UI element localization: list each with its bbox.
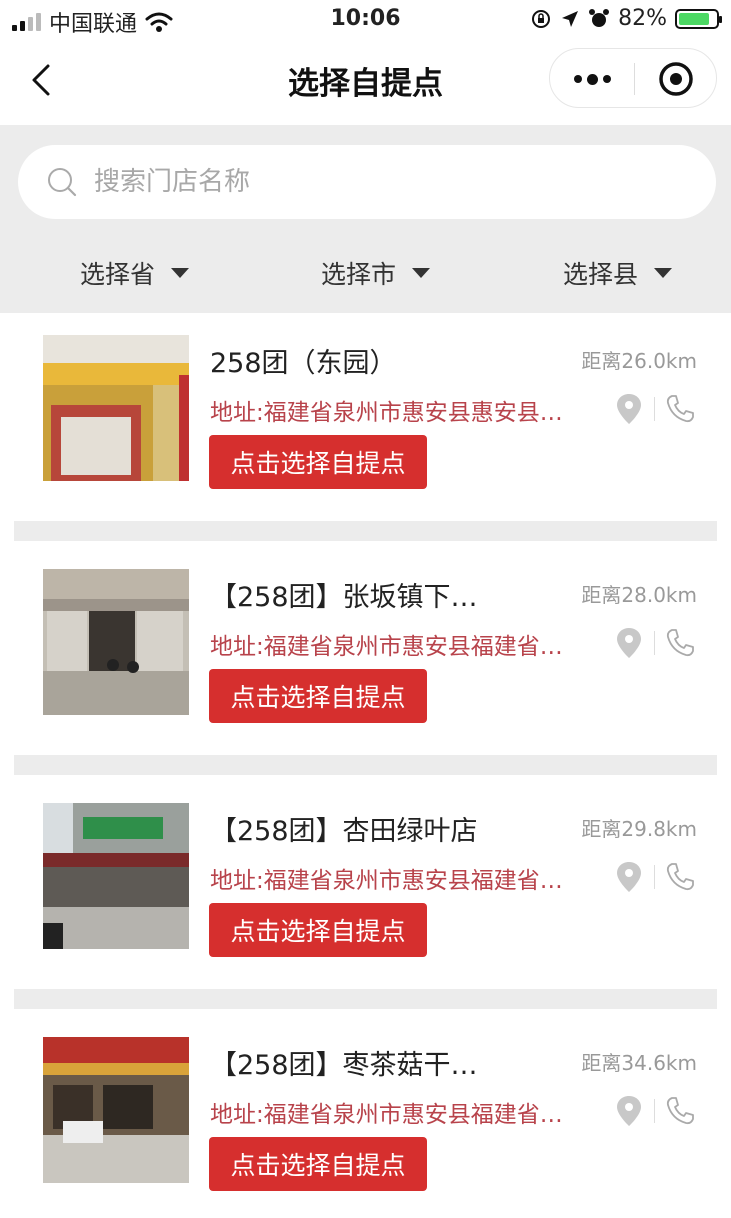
store-name: 【258团】张坂镇下… xyxy=(210,582,478,613)
more-button[interactable] xyxy=(550,49,634,109)
battery-fill xyxy=(679,12,709,25)
store-address: 地址:福建省泉州市惠安县福建省… xyxy=(210,868,563,894)
section-divider xyxy=(14,521,717,541)
chevron-down-icon xyxy=(412,268,431,278)
store-name: 【258团】枣茶菇干… xyxy=(210,1050,478,1081)
search-icon xyxy=(48,168,77,197)
section-divider xyxy=(14,755,717,775)
search-input[interactable] xyxy=(94,167,654,197)
city-dropdown[interactable]: 选择市 xyxy=(321,255,431,291)
section-divider xyxy=(14,989,717,1009)
battery-icon xyxy=(675,8,722,29)
mini-program-capsule xyxy=(549,48,717,108)
phone-icon[interactable] xyxy=(664,861,696,893)
status-right: 82% xyxy=(530,6,722,31)
icon-divider xyxy=(654,397,655,421)
orientation-lock-icon xyxy=(532,9,551,28)
chevron-down-icon xyxy=(171,268,190,278)
store-photo xyxy=(43,803,189,949)
icon-divider xyxy=(654,631,655,655)
store-name: 258团（东园） xyxy=(210,348,397,379)
location-pin-icon[interactable] xyxy=(616,393,642,425)
store-address: 地址:福建省泉州市惠安县惠安县… xyxy=(210,400,563,426)
status-bar: 中国联通 10:06 82% xyxy=(0,0,731,40)
store-name: 【258团】杏田绿叶店 xyxy=(210,816,478,847)
location-pin-icon[interactable] xyxy=(616,627,642,659)
store-item: 【258团】枣茶菇干… 距离34.6km 地址:福建省泉州市惠安县福建省… 点击… xyxy=(0,1015,731,1218)
store-distance: 距离26.0km xyxy=(581,349,697,373)
close-button[interactable] xyxy=(634,49,718,109)
province-dropdown[interactable]: 选择省 xyxy=(80,255,190,291)
store-photo xyxy=(43,335,189,481)
select-pickup-button[interactable]: 点击选择自提点 xyxy=(209,669,427,723)
target-icon xyxy=(659,62,693,96)
county-dropdown[interactable]: 选择县 xyxy=(563,255,673,291)
phone-icon[interactable] xyxy=(664,627,696,659)
alarm-icon xyxy=(589,8,610,27)
store-photo xyxy=(43,1037,189,1183)
chevron-down-icon xyxy=(654,268,673,278)
store-photo xyxy=(43,569,189,715)
store-distance: 距离29.8km xyxy=(581,817,697,841)
location-pin-icon[interactable] xyxy=(616,861,642,893)
store-distance: 距离28.0km xyxy=(581,583,697,607)
store-distance: 距离34.6km xyxy=(581,1051,697,1075)
nav-bar: 选择自提点 xyxy=(0,40,731,125)
store-item: 【258团】张坂镇下… 距离28.0km 地址:福建省泉州市惠安县福建省… 点击… xyxy=(0,547,731,757)
select-pickup-button[interactable]: 点击选择自提点 xyxy=(209,435,427,489)
icon-divider xyxy=(654,865,655,889)
search-bar[interactable] xyxy=(18,145,716,219)
location-pin-icon[interactable] xyxy=(616,1095,642,1127)
select-pickup-button[interactable]: 点击选择自提点 xyxy=(209,903,427,957)
icon-divider xyxy=(654,1099,655,1123)
phone-icon[interactable] xyxy=(664,1095,696,1127)
location-arrow-icon xyxy=(562,10,579,27)
search-area: 选择省 选择市 选择县 xyxy=(0,125,731,313)
store-item: 【258团】杏田绿叶店 距离29.8km 地址:福建省泉州市惠安县福建省… 点击… xyxy=(0,781,731,991)
store-address: 地址:福建省泉州市惠安县福建省… xyxy=(210,634,563,660)
select-pickup-button[interactable]: 点击选择自提点 xyxy=(209,1137,427,1191)
county-label: 选择县 xyxy=(563,260,639,289)
phone-icon[interactable] xyxy=(664,393,696,425)
city-label: 选择市 xyxy=(321,260,397,289)
store-item: 258团（东园） 距离26.0km 地址:福建省泉州市惠安县惠安县… 点击选择自… xyxy=(0,313,731,523)
region-filters: 选择省 选择市 选择县 xyxy=(0,255,731,295)
province-label: 选择省 xyxy=(80,260,156,289)
battery-percent: 82% xyxy=(618,6,667,31)
store-address: 地址:福建省泉州市惠安县福建省… xyxy=(210,1102,563,1128)
